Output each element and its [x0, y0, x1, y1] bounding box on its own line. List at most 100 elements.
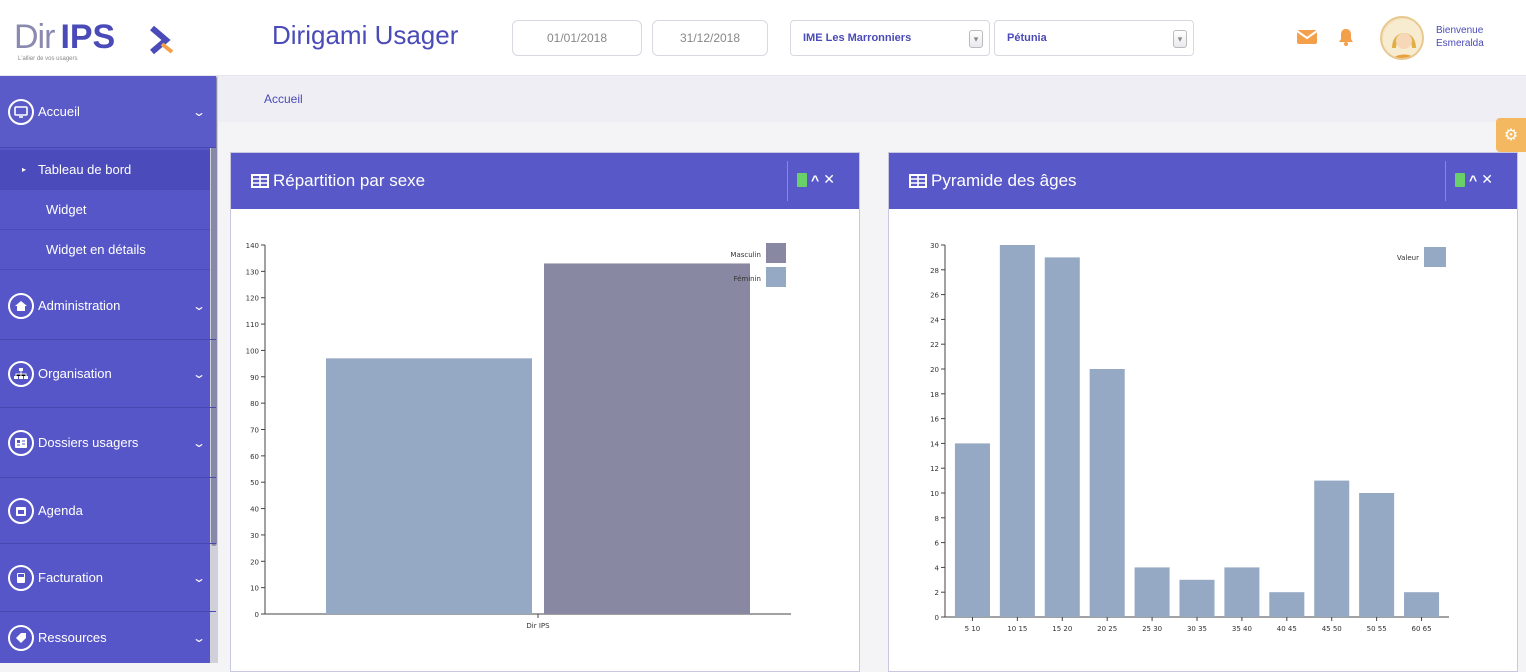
y-tick-label: 90 [250, 374, 259, 382]
panel-title: Pyramide des âges [931, 171, 1077, 190]
chart-pyramide-ages: 0246810121416182022242628305 10 10 15 15 2… [930, 242, 1449, 633]
y-tick-label: 30 [250, 532, 259, 540]
top-header: Dir IPS L'allier de vos usagers Dirigami … [0, 0, 1526, 76]
y-tick-label: 140 [246, 242, 259, 250]
y-tick-label: 40 [250, 506, 259, 514]
home-icon [8, 292, 34, 319]
tag-icon [8, 624, 34, 651]
y-tick-label: 14 [930, 440, 939, 448]
y-tick-label: 22 [930, 341, 939, 349]
chevron-down-icon: ⌄ [191, 104, 207, 119]
y-tick-label: 60 [250, 453, 259, 461]
welcome-user: Esmeralda [1436, 38, 1484, 49]
y-tick-label: 30 [930, 242, 939, 250]
chevron-down-icon: ▾ [969, 30, 983, 48]
sidebar-item-ressources[interactable]: Ressources ⌄ [0, 612, 216, 663]
date-end-input[interactable]: 31/12/2018 [652, 20, 768, 56]
panel-pyramide-ages: Pyramide des âges ^ ✕ 0 2 4 6 8 10 12 14 16 18 20 2… [888, 152, 1518, 672]
x-tick-label: 60 65 [1412, 625, 1432, 633]
calendar-icon [8, 497, 34, 524]
logo[interactable]: Dir IPS L'allier de vos usagers [14, 18, 214, 68]
sidebar-subitem-widget-details[interactable]: Widget en détails [0, 230, 210, 270]
bar-30-35 [1179, 579, 1215, 617]
export-icon[interactable] [1455, 172, 1465, 187]
sidebar-subitem-tableau-de-bord[interactable]: ▸ Tableau de bord [0, 150, 210, 190]
y-tick-label: 26 [930, 292, 939, 300]
panel-title: Répartition par sexe [273, 171, 426, 190]
table-icon [251, 174, 269, 188]
close-icon[interactable]: ✕ [823, 171, 835, 188]
bar-masculin [544, 263, 750, 614]
unit-value: Pétunia [1007, 32, 1047, 44]
x-tick-label: 15 20 [1052, 625, 1072, 633]
chevron-down-icon: ⌄ [191, 630, 207, 645]
sidebar-item-label: Ressources [38, 630, 107, 645]
legend-label: Valeur [1397, 254, 1419, 262]
breadcrumb-item[interactable]: Accueil [264, 92, 303, 106]
chevron-down-icon: ⌄ [191, 570, 207, 585]
y-tick-label: 16 [930, 416, 939, 424]
sidebar-subitem-label: Tableau de bord [38, 162, 132, 177]
monitor-icon [8, 98, 34, 125]
sidebar-item-facturation[interactable]: Facturation ⌄ [0, 544, 216, 612]
logo-dir: Dir [14, 18, 55, 56]
logo-arrow-icon [150, 25, 174, 55]
y-tick-label: 20 [930, 366, 939, 374]
bell-icon[interactable] [1338, 28, 1354, 46]
x-tick-label: 5 10 [965, 625, 981, 633]
divider [787, 161, 788, 201]
legend-label: Masculin [730, 251, 761, 259]
establishment-select[interactable]: IME Les Marronniers ▾ [790, 20, 990, 56]
sidebar-item-label: Organisation [38, 366, 112, 381]
bar-45-50 [1314, 480, 1350, 617]
bar-5-10 [954, 443, 990, 617]
x-tick-label: 40 45 [1277, 625, 1297, 633]
date-start-input[interactable]: 01/01/2018 [512, 20, 642, 56]
collapse-icon[interactable]: ^ [1469, 172, 1477, 188]
chart-repartition-sexe: 0 10 20 30 40 50 60 70 80 90 100 110 120 130 140 Dir IP… [246, 242, 791, 630]
y-tick-label: 6 [935, 540, 940, 548]
y-tick-label: 28 [930, 267, 939, 275]
close-icon[interactable]: ✕ [1481, 171, 1493, 188]
collapse-icon[interactable]: ^ [811, 172, 819, 188]
export-icon[interactable] [797, 172, 807, 187]
sidebar-item-organisation[interactable]: Organisation ⌄ [0, 340, 216, 408]
legend-swatch [1424, 247, 1446, 267]
bar-40-45 [1269, 592, 1305, 617]
x-tick-label: 20 25 [1097, 625, 1117, 633]
y-tick-label: 4 [935, 564, 940, 572]
x-tick-label: 10 15 [1007, 625, 1027, 633]
sidebar-item-label: Accueil [38, 104, 80, 119]
panel-repartition-sexe: Répartition par sexe ^ ✕ 0 10 20 30 40 50 60 70… [230, 152, 860, 672]
chevron-down-icon: ⌄ [191, 435, 207, 450]
y-tick-label: 12 [930, 465, 939, 473]
table-icon [909, 174, 927, 188]
id-card-icon [8, 429, 34, 456]
sidebar-subitem-widget[interactable]: Widget [0, 190, 210, 230]
mail-icon[interactable] [1296, 28, 1318, 46]
sidebar-item-label: Facturation [38, 570, 104, 585]
panel-header: Répartition par sexe ^ ✕ [231, 153, 859, 209]
bar-10-15 [999, 245, 1035, 617]
sidebar-item-agenda[interactable]: Agenda [0, 478, 216, 544]
x-tick-label: 25 30 [1142, 625, 1162, 633]
welcome-line1: Bienvenue [1436, 25, 1484, 36]
x-tick-label: 30 35 [1187, 625, 1207, 633]
y-tick-label: 24 [930, 316, 939, 324]
sidebar-item-accueil[interactable]: Accueil ⌄ [0, 76, 216, 148]
settings-button[interactable]: ⚙ [1496, 118, 1526, 152]
user-avatar-icon [1383, 19, 1422, 58]
sidebar-subitem-label: Widget [46, 202, 87, 217]
y-tick-label: 50 [250, 479, 259, 487]
establishment-value: IME Les Marronniers [803, 32, 912, 44]
bar-20-25 [1089, 369, 1125, 617]
sidebar-item-dossiers-usagers[interactable]: Dossiers usagers ⌄ [0, 408, 216, 478]
calculator-icon [8, 564, 34, 591]
divider [1445, 161, 1446, 201]
sidebar-item-administration[interactable]: Administration ⌄ [0, 272, 216, 340]
avatar[interactable] [1380, 16, 1424, 60]
unit-select[interactable]: Pétunia ▾ [994, 20, 1194, 56]
sidebar-item-label: Dossiers usagers [38, 435, 139, 450]
bar-15-20 [1044, 257, 1080, 617]
y-tick-label: 80 [250, 400, 259, 408]
